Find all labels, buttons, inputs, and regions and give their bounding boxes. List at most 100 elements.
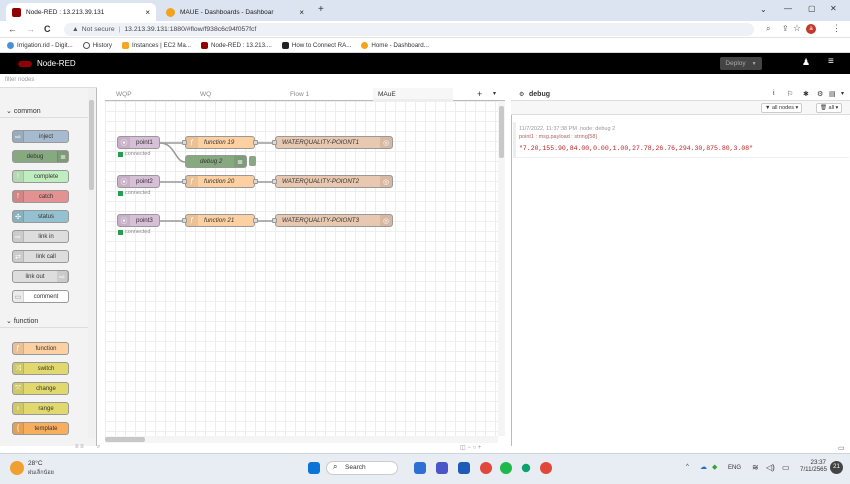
app-icon[interactable] [521,463,531,473]
output-port[interactable] [253,179,258,184]
chrome-icon[interactable] [480,462,492,474]
palette-node-status[interactable]: ✣ status [12,210,69,223]
palette-scrollbar[interactable] [88,88,95,438]
wifi-icon[interactable]: ≋ [752,463,759,472]
clock[interactable]: 23:37 7/11/2565 [800,459,827,473]
palette-node-change[interactable]: ⤧ change [12,382,69,395]
bookmark-star-icon[interactable]: ☆ [793,23,801,34]
help-icon[interactable]: ⚐ [787,90,793,98]
flow-node-waterquality-2[interactable]: WATERQUALITY-POIONT2 ◎ [272,175,393,188]
language-indicator[interactable]: ENG [728,465,741,471]
debug-message[interactable]: 11/7/2022, 11:37:38 PM node: debug 2 poi… [513,122,849,158]
browser-tab-dashboard[interactable]: MAUE - Dashboards - Dashboar × [160,3,310,21]
palette-collapse-icon[interactable]: ≡ ≡ [75,444,84,450]
bookmark-item[interactable]: Irrigation.rid - Digit... [7,41,73,49]
tab-wqp[interactable]: WQP [111,88,137,101]
palette-filter-input[interactable]: filter nodes [0,74,97,88]
profile-avatar[interactable]: a [806,24,816,34]
canvas-vertical-scrollbar[interactable] [498,101,505,436]
battery-icon[interactable]: ▭ [782,463,790,472]
palette-node-inject[interactable]: ⇨ inject [12,130,69,143]
notification-badge[interactable]: 21 [830,461,843,474]
maximize-button[interactable]: ▢ [808,4,816,13]
windows-start-icon[interactable] [308,462,320,474]
flow-list-icon[interactable]: ▾ [493,90,496,97]
input-port[interactable] [272,179,277,184]
teams-icon[interactable] [436,462,448,474]
menu-icon[interactable]: ≡ [828,56,834,67]
palette-category-function[interactable]: ⌄ function [0,314,93,328]
cloud-icon[interactable]: ☁ [700,463,707,471]
user-icon[interactable]: ♟ [802,57,810,68]
flow-node-point2[interactable]: ⦿ point2 [117,175,160,188]
palette-node-switch[interactable]: ⤨ switch [12,362,69,375]
debug-icon[interactable]: ✱ [803,90,809,98]
sidebar-expand-icon[interactable]: ▭ [838,444,845,452]
flow-node-waterquality-3[interactable]: WATERQUALITY-POIONT3 ◎ [272,214,393,227]
flow-node-debug-2[interactable]: debug 2 ≣ [185,155,247,168]
line-icon[interactable] [500,462,512,474]
canvas-horizontal-scrollbar[interactable] [105,436,498,443]
filter-all-nodes-button[interactable]: ▼ all nodes ▾ [761,103,803,113]
output-port[interactable] [253,218,258,223]
tab-search-icon[interactable]: ⌄ [760,5,767,14]
tray-chevron-icon[interactable]: ^ [686,464,689,470]
config-icon[interactable]: ⚙ [817,90,823,98]
weather-temp[interactable]: 28°C [28,460,43,467]
file-explorer-icon[interactable] [414,462,426,474]
sidebar-dropdown-icon[interactable]: ▾ [841,90,844,97]
palette-node-comment[interactable]: ▭ comment [12,290,69,303]
reload-button[interactable]: C [44,24,51,34]
clear-all-button[interactable]: 🗑 all ▾ [816,103,843,113]
info-icon[interactable]: i [773,90,775,97]
zoom-controls[interactable]: ◫ − ○ + [460,444,481,451]
scrollbar-thumb[interactable] [89,100,94,190]
palette-node-function[interactable]: ƒ function [12,342,69,355]
share-icon[interactable]: ⇪ [782,24,789,33]
palette-node-link-call[interactable]: ⇄ link call [12,250,69,263]
bookmark-item[interactable]: Node-RED : 13.213.... [201,41,272,49]
new-tab-button[interactable]: + [318,4,324,15]
deploy-button[interactable]: Deploy ▼ [720,57,762,70]
back-button[interactable]: ← [8,24,17,34]
palette-node-template[interactable]: {template [12,422,69,435]
context-icon[interactable]: ▤ [829,90,836,98]
word-icon[interactable] [458,462,470,474]
bookmark-item[interactable]: Home - Dashboard... [361,41,429,49]
close-tab-icon[interactable]: × [299,8,304,17]
flow-node-function-20[interactable]: ƒ function 20 [182,175,258,188]
scrollbar-thumb[interactable] [105,437,145,442]
tab-wq[interactable]: WQ [195,88,216,101]
scrollbar-thumb[interactable] [499,106,504,158]
close-window-button[interactable]: ✕ [830,4,837,13]
input-port[interactable] [182,140,187,145]
bookmark-item[interactable]: Instances | EC2 Ma... [121,41,191,49]
palette-node-complete[interactable]: ! complete [12,170,69,183]
tab-maue[interactable]: MAuE [373,88,453,101]
url-field[interactable]: ▲ Not secure | 13.213.39.131:1880/#flow/… [64,23,754,36]
close-tab-icon[interactable]: × [145,8,150,17]
flow-node-function-21[interactable]: ƒ function 21 [182,214,258,227]
debug-toggle-button[interactable] [249,156,256,166]
chrome-profile-icon[interactable] [540,462,552,474]
flow-node-waterquality-1[interactable]: WATERQUALITY-POIONT1 ◎ [272,136,393,149]
add-flow-button[interactable]: + [477,89,482,99]
bookmark-item[interactable]: History [82,41,112,49]
palette-node-link-in[interactable]: ⇨ link in [12,230,69,243]
input-port[interactable] [272,140,277,145]
browser-menu-icon[interactable]: ⋮ [832,23,841,34]
palette-node-range[interactable]: ı range [12,402,69,415]
browser-tab-nodered[interactable]: Node-RED : 13.213.39.131 × [6,3,156,21]
input-port[interactable] [182,179,187,184]
flow-node-point1[interactable]: ⦿ point1 [117,136,160,149]
volume-icon[interactable]: ◁) [766,463,775,472]
palette-node-debug[interactable]: debug ≣ [12,150,69,163]
tray-app-icon[interactable]: ◆ [712,463,717,471]
palette-node-catch[interactable]: ! catch [12,190,69,203]
flow-node-point3[interactable]: ⦿ point3 [117,214,160,227]
palette-category-common[interactable]: ⌄ common [0,104,93,118]
output-port[interactable] [253,140,258,145]
flow-node-function-19[interactable]: ƒ function 19 [182,136,258,149]
forward-button[interactable]: → [26,24,35,34]
minimize-button[interactable]: — [784,4,792,13]
